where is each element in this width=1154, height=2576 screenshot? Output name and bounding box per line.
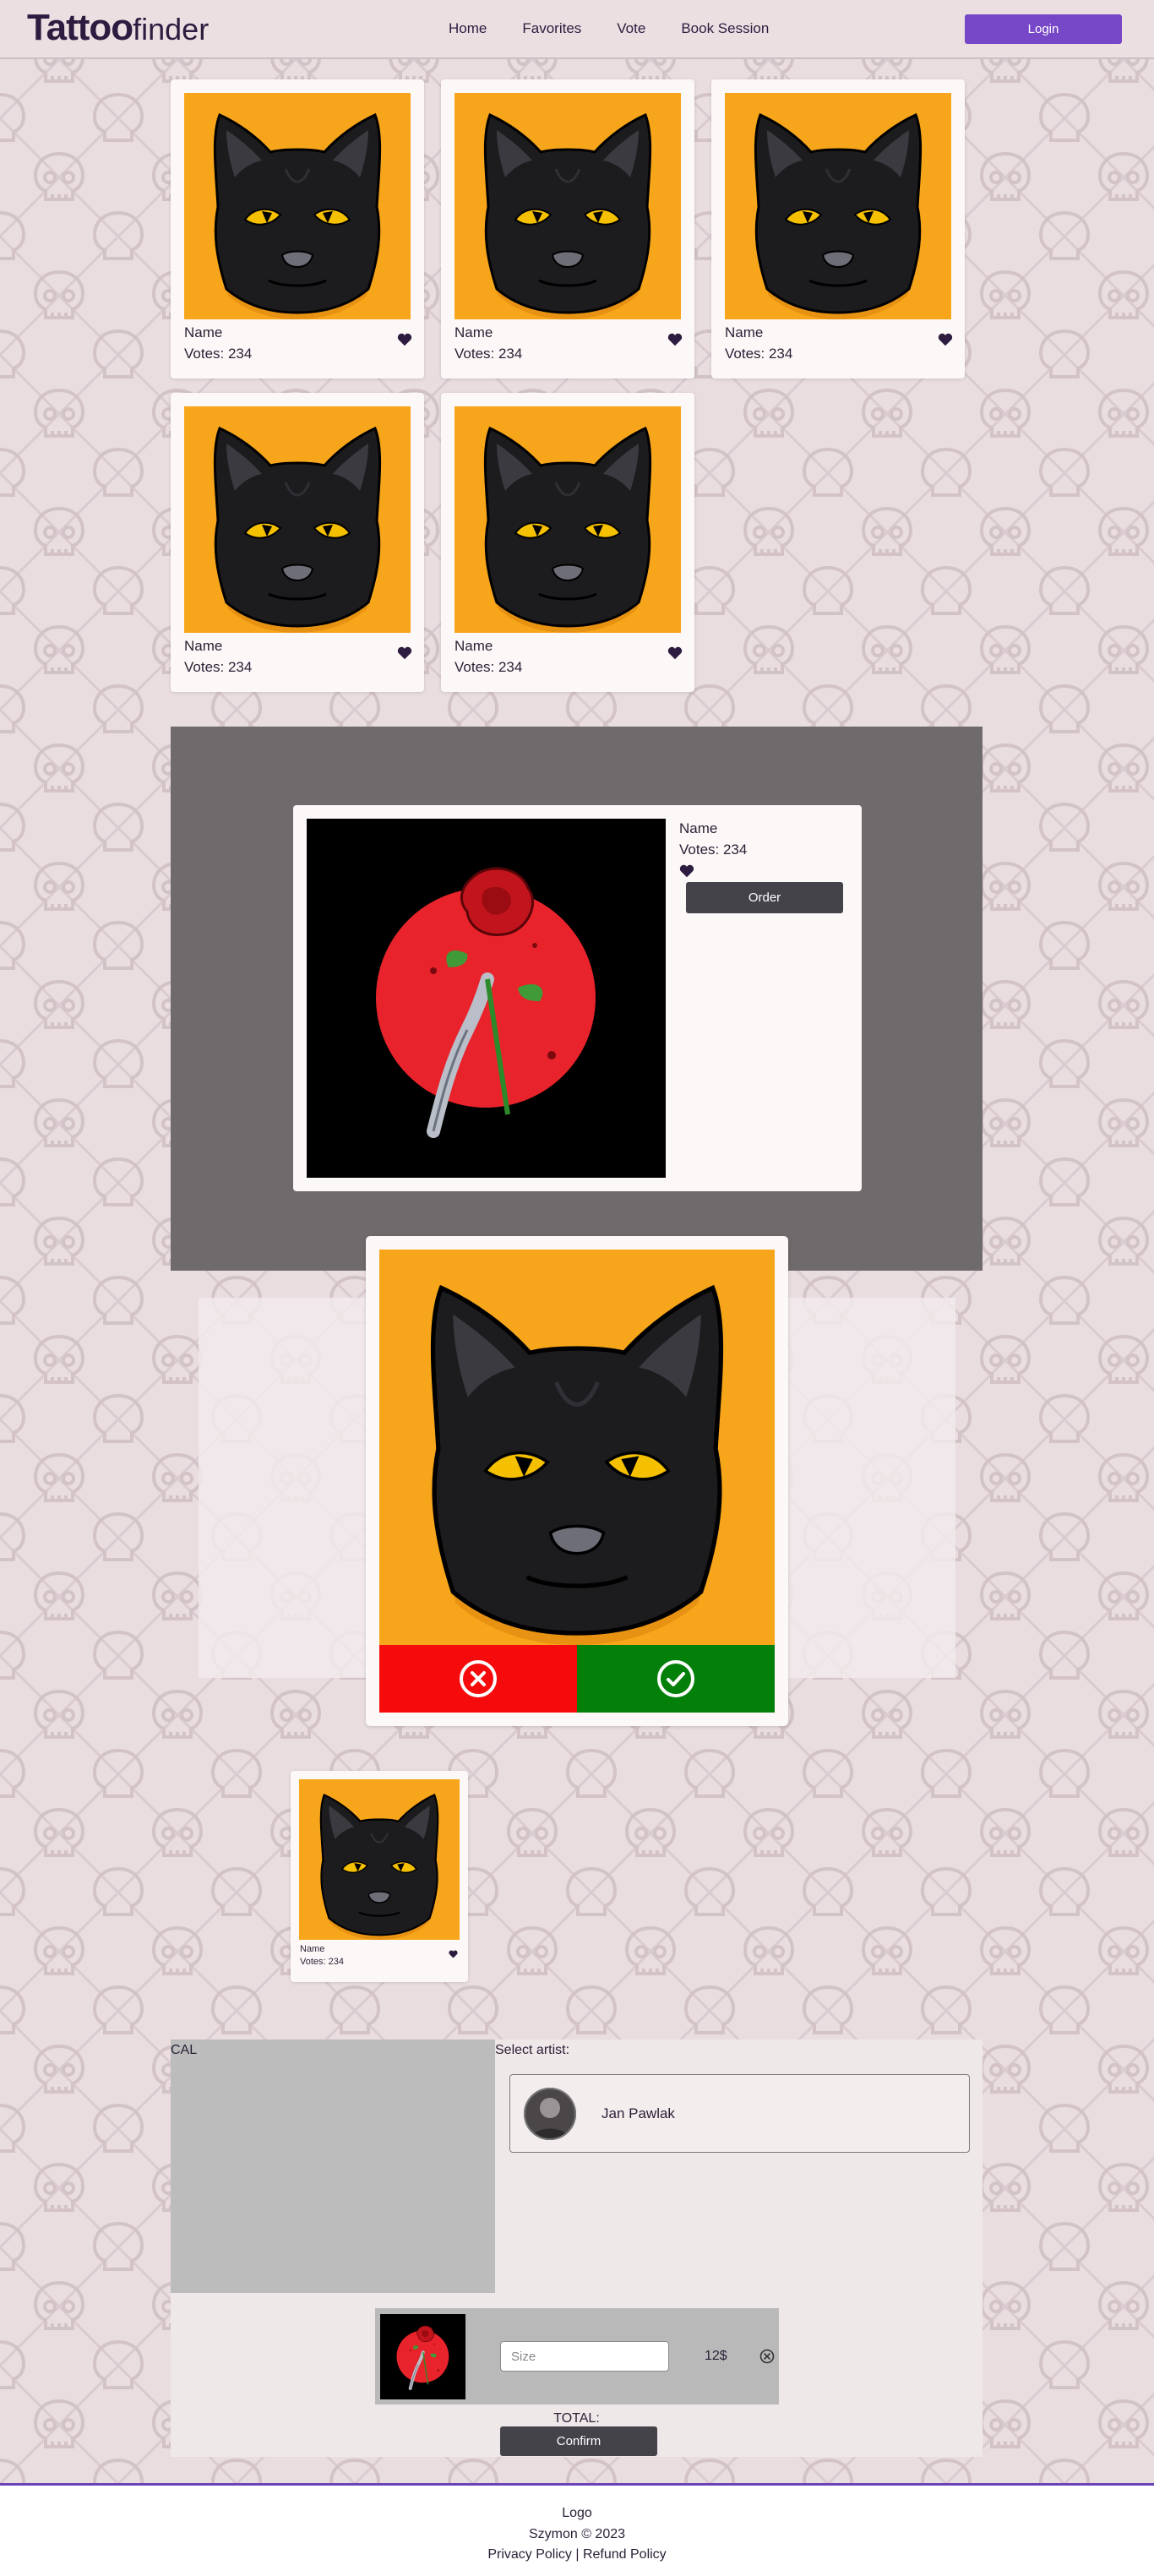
nav-book-session[interactable]: Book Session: [681, 20, 769, 37]
price: 12$: [705, 2349, 727, 2363]
order-item: 12$: [375, 2308, 779, 2404]
card-name: Name: [184, 638, 223, 654]
vote-tattoo-image: [379, 1250, 775, 1645]
heart-icon[interactable]: [667, 646, 683, 660]
order-button[interactable]: Order: [686, 882, 843, 913]
tattoo-detail-modal: Name Votes: 234 Order: [293, 805, 862, 1191]
total-label: TOTAL:: [553, 2411, 600, 2426]
tattoo-image: [455, 93, 681, 319]
remove-icon[interactable]: [759, 2349, 775, 2364]
refund-policy-link[interactable]: Refund Policy: [583, 2547, 667, 2562]
tattoo-card[interactable]: Name Votes: 234: [171, 393, 424, 692]
site-header: Tattoofinder Home Favorites Vote Book Se…: [0, 0, 1154, 59]
nav-home[interactable]: Home: [449, 20, 487, 37]
modal-name: Name: [679, 820, 718, 836]
heart-icon[interactable]: [667, 333, 683, 346]
tattoo-card[interactable]: Name Votes: 234: [441, 393, 694, 692]
artist-name: Jan Pawlak: [601, 2105, 675, 2121]
card-name: Name: [300, 1944, 325, 1954]
heart-icon[interactable]: [397, 333, 412, 346]
vote-card: [366, 1236, 788, 1726]
login-button[interactable]: Login: [965, 14, 1122, 44]
artist-option[interactable]: Jan Pawlak: [509, 2074, 970, 2153]
card-votes: Votes: 234: [725, 346, 793, 362]
select-artist-label: Select artist:: [495, 2043, 570, 2057]
modal-votes: Votes: 234: [679, 841, 748, 858]
footer-copyright: Szymon © 2023: [528, 2527, 626, 2541]
tattoo-detail-image: [307, 819, 666, 1178]
tattoo-card[interactable]: Name Votes: 234: [441, 79, 694, 379]
heart-icon[interactable]: [938, 333, 953, 346]
close-circle-icon: [460, 1660, 497, 1697]
tattoo-card[interactable]: Name Votes: 234: [711, 79, 965, 379]
accept-button[interactable]: [577, 1645, 775, 1713]
booking-section: CAL Select artist: Jan Pawlak 12$ TOTAL:…: [171, 2040, 983, 2457]
site-footer: Logo Szymon © 2023 Privacy Policy | Refu…: [0, 2483, 1154, 2576]
logo-light-text: finder: [133, 12, 210, 46]
order-thumbnail: [380, 2314, 465, 2399]
calendar-placeholder[interactable]: [171, 2040, 495, 2293]
heart-icon[interactable]: [679, 864, 694, 878]
size-input[interactable]: [500, 2341, 669, 2372]
card-votes: Votes: 234: [455, 346, 523, 362]
tattoo-card[interactable]: Name Votes: 234: [171, 79, 424, 379]
avatar: [524, 2088, 576, 2140]
site-logo[interactable]: Tattoofinder: [27, 7, 209, 49]
confirm-button[interactable]: Confirm: [500, 2426, 657, 2456]
card-votes: Votes: 234: [300, 1957, 344, 1967]
reject-button[interactable]: [379, 1645, 577, 1713]
card-name: Name: [455, 324, 493, 340]
footer-links: Privacy Policy | Refund Policy: [0, 2547, 1154, 2562]
footer-logo: Logo: [562, 2506, 592, 2520]
card-votes: Votes: 234: [184, 659, 253, 675]
tattoo-image: [725, 93, 951, 319]
top-tattoo-card[interactable]: Name Votes: 234: [291, 1771, 468, 1982]
card-name: Name: [455, 638, 493, 654]
tattoo-image: [184, 406, 411, 633]
privacy-policy-link[interactable]: Privacy Policy: [487, 2547, 572, 2562]
card-name: Name: [725, 324, 764, 340]
nav-favorites[interactable]: Favorites: [522, 20, 581, 37]
card-name: Name: [184, 324, 223, 340]
calendar-label: CAL: [171, 2043, 198, 2057]
main-nav: Home Favorites Vote Book Session: [449, 20, 769, 37]
card-votes: Votes: 234: [455, 659, 523, 675]
nav-vote[interactable]: Vote: [617, 20, 645, 37]
heart-icon[interactable]: [397, 646, 412, 660]
heart-icon[interactable]: [449, 1950, 458, 1958]
footer-separator: |: [575, 2547, 580, 2562]
tattoo-image: [455, 406, 681, 633]
card-votes: Votes: 234: [184, 346, 253, 362]
tattoo-image: [184, 93, 411, 319]
check-circle-icon: [657, 1660, 694, 1697]
tattoo-image: [299, 1779, 460, 1940]
logo-bold-text: Tattoo: [27, 7, 133, 48]
